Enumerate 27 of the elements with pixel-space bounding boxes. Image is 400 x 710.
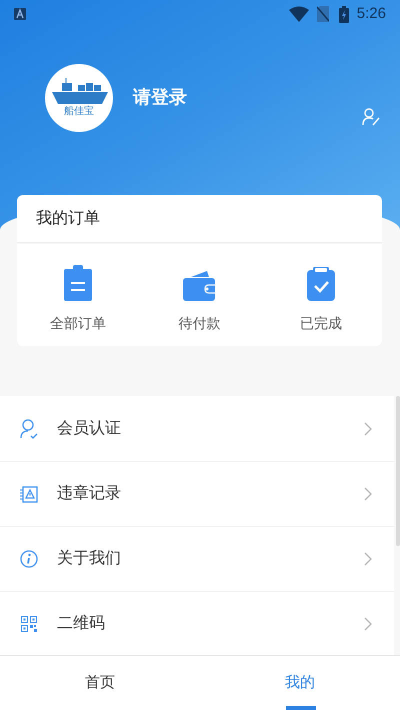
order-shortcut[interactable]: 待付款 [138, 244, 260, 346]
user-edit-icon[interactable] [362, 108, 380, 126]
chevron-right-icon [364, 422, 372, 436]
warning-card-icon [20, 486, 38, 502]
order-shortcut[interactable]: 全部订单 [17, 244, 139, 346]
status-time: 5:26 [356, 4, 386, 24]
chevron-right-icon [364, 552, 372, 566]
nav-tab[interactable]: 我的 [200, 656, 400, 710]
app-notification-icon [14, 8, 26, 20]
battery-icon [338, 6, 349, 22]
qr-code-icon [21, 616, 37, 632]
clipboard-check-icon [307, 267, 336, 301]
logo-text: 船佳宝 [64, 106, 94, 118]
user-check-icon [20, 418, 38, 438]
no-sim-icon [316, 6, 329, 22]
menu-item[interactable]: 关于我们 [0, 526, 394, 591]
nav-tab[interactable]: 首页 [0, 656, 200, 710]
chevron-right-icon [364, 617, 372, 631]
order-shortcut[interactable]: 已完成 [260, 244, 382, 346]
clipboard-list-icon [64, 265, 92, 301]
menu-item[interactable]: 会员认证 [0, 396, 394, 461]
orders-title: 我的订单 [36, 208, 100, 228]
chevron-right-icon [364, 487, 372, 501]
info-icon [20, 550, 38, 568]
wifi-icon [288, 6, 309, 22]
menu-item[interactable]: 违章记录 [0, 461, 394, 526]
wallet-icon [183, 271, 216, 301]
